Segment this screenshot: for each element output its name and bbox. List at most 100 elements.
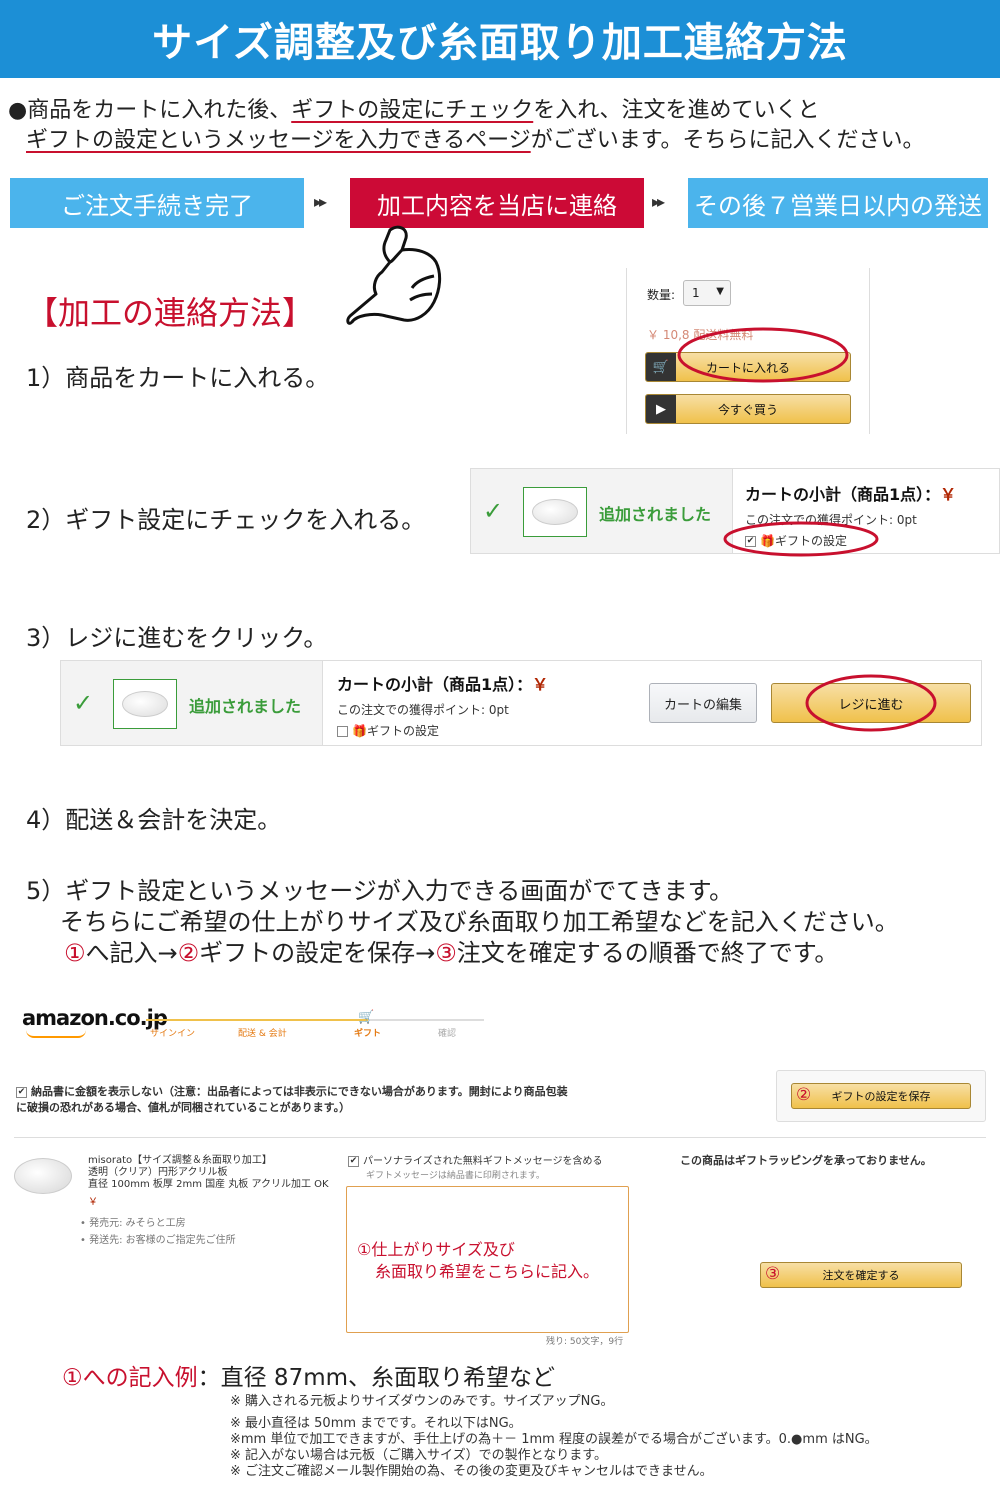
- message-hint-2: 糸面取り希望をこちらに記入。: [375, 1262, 600, 1281]
- message-printed-note: ギフトメッセージは納品書に印刷されます。: [366, 1171, 545, 1181]
- intro-line2-b: がございます。そちらに記入ください。: [530, 128, 925, 153]
- num-3: ③: [435, 939, 457, 967]
- save-gift-box: ② ギフトの設定を保存: [776, 1070, 986, 1122]
- intro-bullet: ●: [8, 98, 28, 123]
- points-text: この注文での獲得ポイント: 0pt: [337, 703, 509, 717]
- step-5-line-3: ①へ記入→②ギフトの設定を保存→③注文を確定するの順番で終了です。: [26, 938, 986, 969]
- progress-step-gift: ギフト: [354, 1029, 382, 1039]
- intro-line-2: ギフトの設定というメッセージを入力できるページがございます。そちらに記入ください…: [8, 126, 998, 156]
- no-wrapping-text: この商品はギフトラッピングを承っておりません。: [680, 1154, 932, 1167]
- gift-icon: 🎁: [352, 724, 367, 738]
- seller-line: • 発売元: みそらと工房: [80, 1218, 186, 1229]
- step-1: 1）商品をカートに入れる。: [26, 364, 330, 392]
- step-2: 2）ギフト設定にチェックを入れる。: [26, 506, 426, 534]
- confirm-order-label: 注文を確定する: [822, 1269, 900, 1282]
- title-banner: サイズ調整及び糸面取り加工連絡方法: [0, 0, 1000, 78]
- intro-line1-a: 商品をカートに入れた後、: [27, 98, 292, 123]
- flow-arrow-2: ▸▸: [652, 192, 665, 211]
- flow-step-3: その後７営業日以内の発送: [688, 178, 988, 228]
- confirm-order-button[interactable]: ③ 注文を確定する: [760, 1262, 962, 1288]
- highlight-circle-1: [677, 327, 849, 383]
- product-line-2: 透明（クリア）円形アクリル板: [88, 1167, 228, 1178]
- page-title: サイズ調整及び糸面取り加工連絡方法: [152, 20, 848, 66]
- cart-added-left-2: ✓ 追加されました: [61, 661, 323, 745]
- intro-line1-c: を入れ、注文を進めていくと: [533, 98, 820, 123]
- check-icon: ✓: [483, 497, 504, 525]
- checkbox-icon: [337, 726, 348, 737]
- remaining-count: 残り: 50文字，9行: [546, 1337, 624, 1347]
- intro-line2-a: ギフトの設定というメッセージを入力できるページ: [26, 128, 531, 153]
- quantity-select[interactable]: 1 ▼: [683, 280, 731, 306]
- add-to-cart-panel: 数量: 1 ▼ ￥ 10,8 配送料無料 🛒 カートに入れる ▶ 今すぐ買う: [626, 268, 870, 434]
- hide-price-option[interactable]: ✔ 納品書に金額を表示しない（注意：出品者によっては非表示にできない場合があります…: [16, 1084, 568, 1116]
- note-item: ※ 購入される元板よりサイズダウンのみです。サイズアップNG。: [230, 1394, 614, 1409]
- step-5-part-d: ギフトの設定を保存→: [199, 939, 436, 967]
- ship-to-text: 発送先: お客様のご指定先ご住所: [89, 1235, 236, 1246]
- added-text: 追加されました: [189, 697, 302, 716]
- include-message-option[interactable]: ✔ パーソナライズされた無料ギフトメッセージを含める: [348, 1152, 603, 1167]
- buy-now-button[interactable]: ▶ 今すぐ買う: [645, 394, 851, 424]
- product-line-1: misorato【サイズ調整＆糸面取り加工】: [88, 1155, 272, 1166]
- progress-bar-done: [146, 1019, 368, 1021]
- section-title: 【加工の連絡方法】: [26, 294, 315, 332]
- progress-bar-remaining: [368, 1019, 484, 1021]
- hide-price-line-2: に破損の恐れがある場合、値札が同梱されていることがあります。）: [16, 1101, 351, 1114]
- progress-step-signin: サインイン: [150, 1029, 196, 1039]
- flow-step-2: 加工内容を当店に連絡: [350, 178, 644, 228]
- flow-arrow-1: ▸▸: [314, 192, 327, 211]
- amazon-logo: amazon.co.jp: [22, 1006, 168, 1030]
- progress-step-shipping: 配送 & 会計: [238, 1029, 287, 1039]
- product-disc-image: [532, 499, 578, 525]
- note-item: ※ ご注文ご確認メール製作開始の為、その後の変更及びキャンセルはできません。: [230, 1464, 713, 1479]
- note-item: ※ 最小直径は 50mm までです。それ以下はNG。: [230, 1416, 522, 1431]
- subtotal-yen: ￥: [940, 485, 957, 504]
- subtotal-yen: ￥: [532, 675, 549, 694]
- message-hint: ①仕上がりサイズ及び 糸面取り希望をこちらに記入。: [357, 1239, 599, 1283]
- example-heading: ①への記入例：直径 87mm、糸面取り希望など: [62, 1358, 555, 1392]
- progress-step-confirm: 確認: [438, 1029, 457, 1039]
- seller-text: 発売元: みそらと工房: [89, 1218, 186, 1229]
- flow-step-3-label: その後７営業日以内の発送: [694, 191, 982, 220]
- gift-message-textarea[interactable]: ①仕上がりサイズ及び 糸面取り希望をこちらに記入。: [346, 1186, 629, 1333]
- checkbox-checked-icon: ✔: [16, 1086, 27, 1098]
- flow-step-2-label: 加工内容を当店に連絡: [377, 191, 617, 220]
- product-meta: • 発売元: みそらと工房 • 発送先: お客様のご指定先ご住所: [80, 1215, 236, 1249]
- checkbox-checked-icon: ✔: [348, 1155, 359, 1167]
- highlight-circle-2: [723, 521, 879, 557]
- hide-price-text-1: 納品書に金額を表示しない（注意：出品者によっては非表示にできない場合があります。…: [31, 1085, 568, 1098]
- num-2: ②: [177, 939, 200, 967]
- pointing-hand-icon: [346, 225, 442, 325]
- note-item: ※ 記入がない場合は元板（ご購入サイズ）での製作となります。: [230, 1448, 607, 1463]
- check-icon: ✓: [73, 689, 94, 717]
- product-image: [14, 1158, 72, 1194]
- flow-step-1: ご注文手続き完了: [10, 178, 304, 228]
- save-num: ②: [796, 1085, 812, 1105]
- step-5: 5）ギフト設定というメッセージが入力できる画面がでてきます。 そちらにご希望の仕…: [26, 876, 986, 969]
- step-5-part-b: へ記入→: [85, 939, 178, 967]
- example-label: ①への記入例: [62, 1365, 198, 1391]
- subtotal-label: カートの小計（商品1点）：: [745, 485, 941, 504]
- intro-line1-b: ギフトの設定にチェック: [291, 98, 534, 123]
- step-5-line-1: 5）ギフト設定というメッセージが入力できる画面がでてきます。: [26, 877, 734, 905]
- cart-added-left: ✓ 追加されました: [471, 469, 733, 553]
- include-message-label: パーソナライズされた無料ギフトメッセージを含める: [363, 1156, 603, 1167]
- confirm-num: ③: [765, 1264, 781, 1284]
- save-gift-label: ギフトの設定を保存: [831, 1090, 931, 1103]
- save-gift-button[interactable]: ② ギフトの設定を保存: [791, 1083, 971, 1109]
- cart-icon: 🛒: [646, 353, 676, 381]
- step-5-line-2: そちらにご希望の仕上がりサイズ及び糸面取り加工希望などを記入ください。: [60, 908, 899, 936]
- cart-added-panel-2: ✓ 追加されました カートの小計（商品1点）：￥ この注文での獲得ポイント: 0…: [60, 660, 982, 746]
- gift-setting-checkbox[interactable]: 🎁ギフトの設定: [337, 722, 657, 739]
- buy-now-label: 今すぐ買う: [717, 402, 778, 417]
- example-text: 直径 87mm、糸面取り希望など: [220, 1365, 556, 1391]
- chevron-down-icon: ▼: [716, 286, 724, 297]
- edit-cart-label: カートの編集: [663, 697, 742, 713]
- edit-cart-button[interactable]: カートの編集: [649, 683, 757, 723]
- product-line-3: 直径 100mm 板厚 2mm 国産 丸板 アクリル加工 OK: [88, 1179, 329, 1190]
- quantity-value: 1: [692, 286, 700, 300]
- product-thumbnail: [523, 487, 587, 537]
- highlight-circle-3: [805, 674, 937, 732]
- step-5-part-f: 注文を確定するの順番で終了です。: [456, 939, 839, 967]
- amazon-smile-icon: [26, 1030, 86, 1038]
- product-thumbnail: [113, 679, 177, 729]
